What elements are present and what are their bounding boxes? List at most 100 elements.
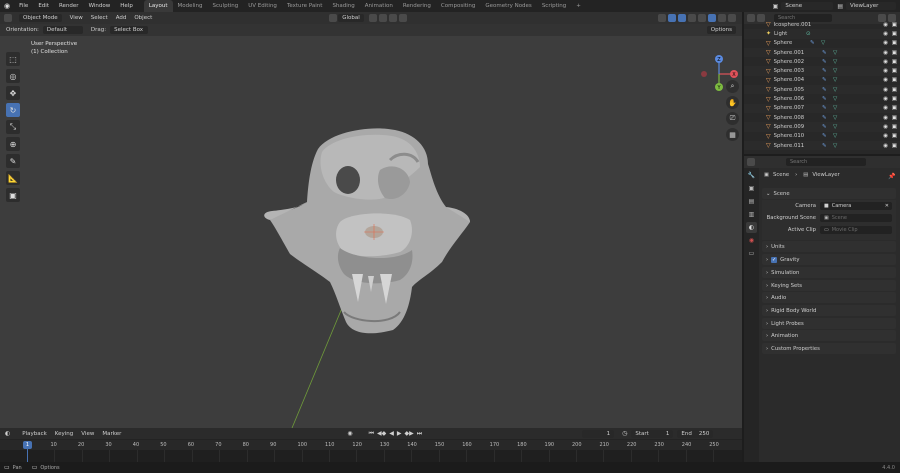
- tab-texture-paint[interactable]: Texture Paint: [282, 0, 328, 12]
- tab-compositing[interactable]: Compositing: [436, 0, 480, 12]
- panel-scene[interactable]: ⌄ Scene: [762, 188, 896, 199]
- panel-gravity[interactable]: › ✓ Gravity: [762, 254, 896, 265]
- timeline-editor-icon[interactable]: ◐: [5, 430, 10, 437]
- tab-sculpting[interactable]: Sculpting: [208, 0, 244, 12]
- menu-marker[interactable]: Marker: [98, 431, 125, 437]
- panel-audio[interactable]: › Audio: [762, 292, 896, 303]
- menu-window[interactable]: Window: [84, 3, 116, 9]
- blender-logo-icon[interactable]: ◉: [0, 2, 14, 10]
- outliner-item[interactable]: ▽ Sphere.003 ✎ ▽ ◉ ▣: [744, 66, 900, 76]
- background-scene-label: Background Scene: [766, 215, 816, 221]
- panel-custom-properties[interactable]: › Custom Properties: [762, 343, 896, 354]
- 3d-viewport[interactable]: Object Mode View Select Add Object Globa…: [0, 12, 742, 428]
- pin-icon[interactable]: 📌: [888, 173, 895, 180]
- tool-tab-icon[interactable]: 🔧: [746, 170, 757, 181]
- properties-breadcrumb: ▣ Scene › ▤ ViewLayer: [764, 172, 840, 178]
- timeline-tick-label: 160: [462, 442, 472, 448]
- timeline-tick-label: 110: [324, 442, 335, 448]
- properties-editor-icon[interactable]: [747, 158, 755, 166]
- outliner-item[interactable]: ▽ Sphere.007 ✎ ▽ ◉ ▣: [744, 103, 900, 113]
- tab-animation[interactable]: Animation: [360, 0, 398, 12]
- end-frame-field[interactable]: End 250: [677, 429, 714, 438]
- outliner-item[interactable]: ▽ Sphere.006 ✎ ▽ ◉ ▣: [744, 94, 900, 103]
- zoom-icon[interactable]: ⌕: [726, 80, 739, 93]
- outliner: Search ▽ Icosphere.001 ◉ ▣ ✦ Light ⊙ ◉ ▣ ▽ Spher…: [744, 12, 900, 154]
- collection-tab-icon[interactable]: ▭: [746, 248, 757, 259]
- menu-view[interactable]: View: [77, 431, 98, 437]
- play-reverse-icon[interactable]: ◀: [389, 430, 394, 437]
- view-layer-icon: ▤: [837, 2, 843, 10]
- tab-layout[interactable]: Layout: [143, 0, 173, 12]
- outliner-item[interactable]: ▽ Sphere.001 ✎ ▽ ◉ ▣: [744, 47, 900, 58]
- menu-file[interactable]: File: [14, 3, 33, 9]
- prev-key-icon[interactable]: ◀◆: [377, 430, 386, 437]
- timeline-tick-label: 10: [50, 442, 57, 448]
- y-axis-line: [291, 307, 343, 428]
- properties-search-input[interactable]: Search: [786, 158, 866, 166]
- timeline-tick-label: 180: [517, 442, 527, 448]
- playhead[interactable]: 1: [23, 441, 32, 449]
- camera-view-icon[interactable]: ⎚: [726, 112, 739, 125]
- jump-start-icon[interactable]: ⏮: [369, 430, 374, 438]
- outliner-item[interactable]: ▽ Sphere.005 ✎ ▽ ◉ ▣: [744, 85, 900, 95]
- outliner-item[interactable]: ▽ Sphere.002 ✎ ▽ ◉ ▣: [744, 57, 900, 66]
- timeline-tick-label: 140: [407, 442, 417, 448]
- view-layer-selector[interactable]: ViewLayer: [846, 2, 896, 10]
- play-icon[interactable]: ▶: [397, 430, 402, 437]
- menu-edit[interactable]: Edit: [33, 3, 54, 9]
- pan-hand-icon[interactable]: ✋: [726, 96, 739, 109]
- start-frame-field[interactable]: Start 1: [631, 429, 674, 438]
- output-tab-icon[interactable]: ▤: [746, 196, 757, 207]
- record-icon[interactable]: ◉: [347, 430, 352, 437]
- outliner-item[interactable]: ▽ Sphere.008 ✎ ▽ ◉ ▣: [744, 113, 900, 122]
- view-layer-tab-icon[interactable]: ▥: [746, 209, 757, 220]
- panel-animation[interactable]: › Animation: [762, 330, 896, 341]
- menu-render[interactable]: Render: [54, 3, 84, 9]
- outliner-item[interactable]: ▽ Sphere.010 ✎ ▽ ◉ ▣: [744, 132, 900, 141]
- scene-selector[interactable]: Scene: [781, 2, 834, 10]
- scene-icon: ▣: [772, 2, 779, 10]
- outliner-item[interactable]: ▽ Sphere ✎ ▽ ◉ ▣: [744, 39, 900, 48]
- nav-buttons: ⌕ ✋ ⎚ ▦: [726, 80, 739, 141]
- background-scene-field[interactable]: ▣ Scene: [820, 214, 892, 222]
- tab-geometry-nodes[interactable]: Geometry Nodes: [480, 0, 536, 12]
- timeline-ruler[interactable]: 1102030405060708090100110120130140150160…: [0, 440, 742, 450]
- add-workspace-button[interactable]: +: [571, 0, 586, 12]
- current-frame-field[interactable]: 1: [582, 429, 615, 438]
- timeline-tick-label: 20: [77, 442, 85, 448]
- timeline-tick-label: 240: [681, 442, 692, 448]
- outliner-item[interactable]: ▽ Sphere.011 ✎ ▽ ◉ ▣: [744, 140, 900, 151]
- gravity-checkbox[interactable]: ✓: [771, 256, 778, 263]
- panel-light-probes[interactable]: › Light Probes: [762, 318, 896, 329]
- scene-tab-icon[interactable]: ◐: [746, 222, 757, 233]
- next-key-icon[interactable]: ◆▶: [405, 430, 414, 437]
- jump-end-icon[interactable]: ⏭: [417, 430, 422, 438]
- outliner-item[interactable]: ▽ Sphere.004 ✎ ▽ ◉ ▣: [744, 76, 900, 85]
- menu-keying[interactable]: Keying: [51, 431, 77, 437]
- version-label: 4.4.0: [882, 464, 895, 471]
- render-tab-icon[interactable]: ▣: [746, 183, 757, 194]
- timeline-tick-label: 40: [132, 442, 140, 448]
- preview-range-icon[interactable]: ◷: [622, 430, 627, 437]
- world-tab-icon[interactable]: ◉: [746, 235, 757, 246]
- tab-shading[interactable]: Shading: [327, 0, 359, 12]
- tab-uv-editing[interactable]: UV Editing: [243, 0, 282, 12]
- perspective-grid-icon[interactable]: ▦: [726, 128, 739, 141]
- scene-canvas[interactable]: [0, 12, 742, 428]
- panel-units[interactable]: › Units: [762, 241, 896, 252]
- panel-keying-sets[interactable]: › Keying Sets: [762, 280, 896, 291]
- tab-modeling[interactable]: Modeling: [173, 0, 208, 12]
- outliner-item[interactable]: ▽ Sphere.009 ✎ ▽ ◉ ▣: [744, 122, 900, 132]
- menu-playback[interactable]: Playback: [18, 431, 51, 437]
- camera-field[interactable]: ■ Camera ✕: [820, 202, 892, 210]
- outliner-item[interactable]: ▽ Icosphere.001 ◉ ▣: [744, 20, 900, 29]
- panel-simulation[interactable]: › Simulation: [762, 267, 896, 278]
- tab-rendering[interactable]: Rendering: [398, 0, 436, 12]
- active-clip-field[interactable]: ▭ Movie Clip: [820, 226, 892, 234]
- gizmo-x-label: X: [732, 72, 736, 78]
- panel-rigid-body-world[interactable]: › Rigid Body World: [762, 305, 896, 316]
- menu-help[interactable]: Help: [115, 3, 138, 9]
- tab-scripting[interactable]: Scripting: [537, 0, 571, 12]
- mouse-left-icon: ▭: [4, 464, 10, 471]
- outliner-item[interactable]: ✦ Light ⊙ ◉ ▣: [744, 29, 900, 39]
